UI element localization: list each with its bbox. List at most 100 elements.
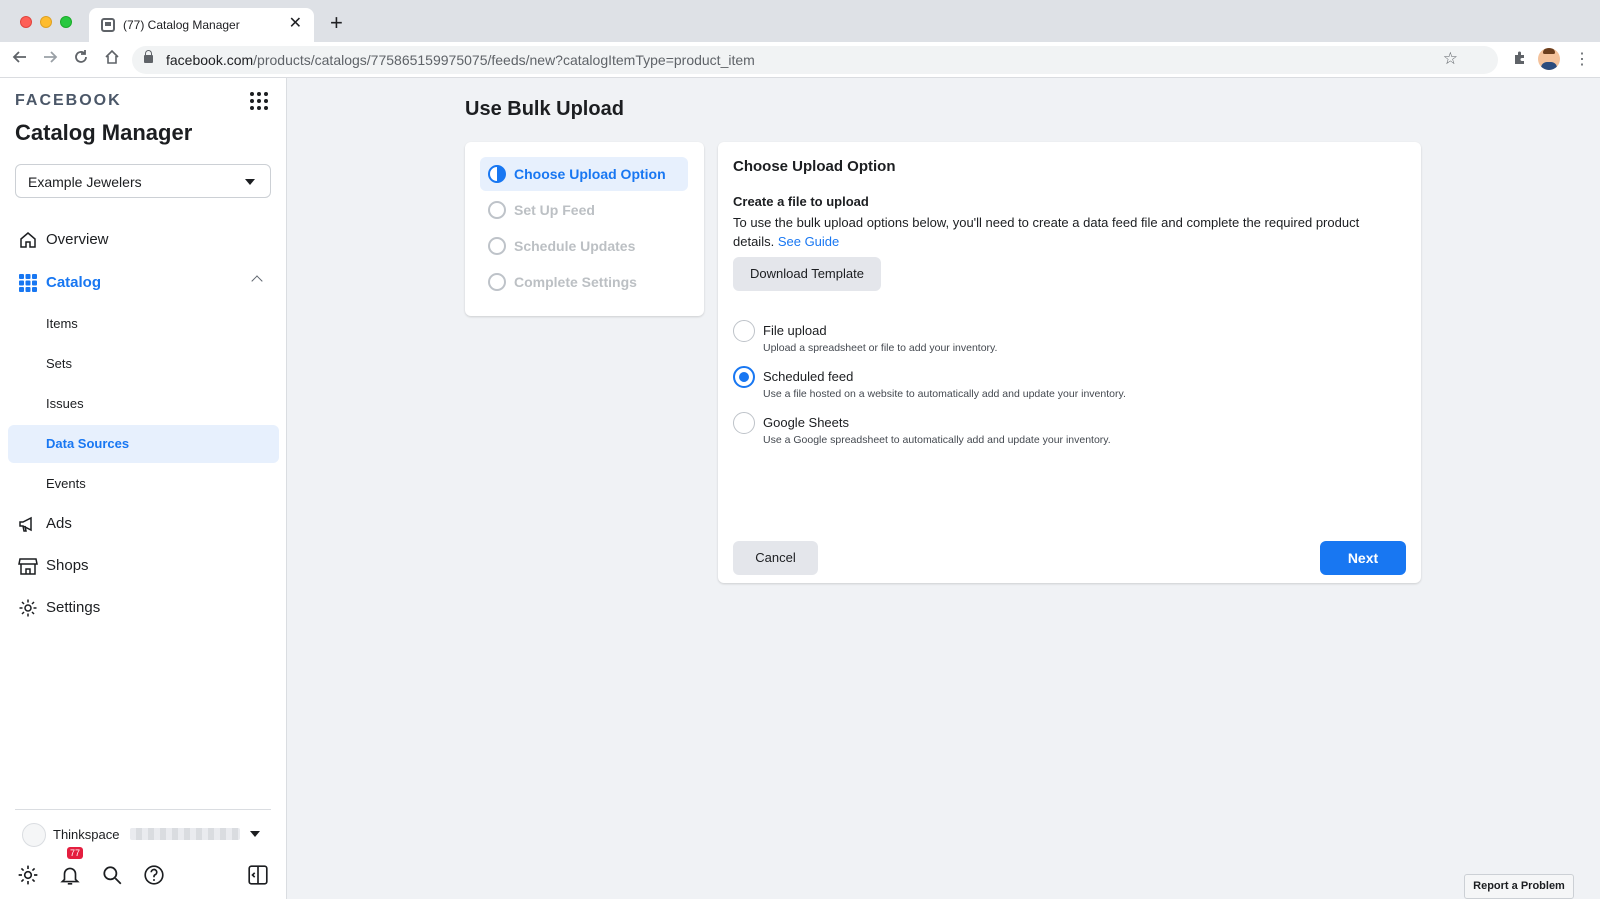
home-icon bbox=[18, 230, 38, 250]
megaphone-icon bbox=[18, 514, 38, 534]
url-text[interactable]: facebook.com/products/catalogs/775865159… bbox=[166, 52, 755, 68]
caret-down-icon bbox=[245, 179, 255, 185]
radio-button-checked[interactable] bbox=[733, 366, 755, 388]
option-description: Upload a spreadsheet or file to add your… bbox=[763, 342, 998, 354]
notification-badge: 77 bbox=[67, 847, 83, 859]
sidebar-item-label: Data Sources bbox=[46, 436, 130, 451]
step-label: Set Up Feed bbox=[514, 202, 595, 218]
apps-grid-icon[interactable] bbox=[250, 92, 268, 110]
avatar bbox=[22, 823, 46, 847]
nav-overview[interactable]: Overview bbox=[8, 221, 279, 259]
option-google-sheets[interactable]: Google Sheets Use a Google spreadsheet t… bbox=[733, 410, 1393, 450]
facebook-wordmark: FACEBOOK bbox=[15, 92, 122, 109]
stepper-card: Choose Upload Option Set Up Feed Schedul… bbox=[465, 142, 704, 316]
close-window-icon[interactable] bbox=[20, 16, 32, 28]
cancel-button[interactable]: Cancel bbox=[733, 541, 818, 575]
minimize-window-icon[interactable] bbox=[40, 16, 52, 28]
report-problem-button[interactable]: Report a Problem bbox=[1464, 874, 1574, 899]
option-scheduled-feed[interactable]: Scheduled feed Use a file hosted on a we… bbox=[733, 364, 1393, 404]
more-vert-icon[interactable]: ⋮ bbox=[1574, 50, 1590, 70]
tab-close-icon[interactable]: ✕ bbox=[289, 15, 302, 33]
nav-ads-label: Ads bbox=[46, 515, 72, 532]
shop-icon bbox=[18, 556, 38, 576]
redacted-account-id bbox=[130, 828, 240, 840]
sidebar-item-items[interactable]: Items bbox=[8, 305, 279, 343]
sidebar-item-label: Sets bbox=[46, 356, 73, 371]
extensions-icon[interactable] bbox=[1512, 50, 1528, 72]
card-description: To use the bulk upload options below, yo… bbox=[733, 215, 1360, 249]
option-description: Use a file hosted on a website to automa… bbox=[763, 388, 1126, 400]
option-label: Scheduled feed bbox=[763, 369, 854, 384]
address-bar[interactable]: facebook.com/products/catalogs/775865159… bbox=[132, 46, 1498, 74]
reload-icon[interactable] bbox=[73, 49, 89, 71]
browser-tab-bar: (77) Catalog Manager ✕ + bbox=[0, 0, 1600, 42]
see-guide-link[interactable]: See Guide bbox=[778, 234, 839, 249]
star-icon[interactable]: ☆ bbox=[1443, 49, 1458, 69]
collapse-sidebar-icon[interactable] bbox=[247, 864, 271, 888]
new-tab-button[interactable]: + bbox=[330, 12, 343, 34]
browser-toolbar: facebook.com/products/catalogs/775865159… bbox=[0, 42, 1600, 78]
search-icon[interactable] bbox=[101, 864, 125, 888]
step-circle-icon bbox=[488, 237, 506, 255]
step-schedule-updates: Schedule Updates bbox=[480, 229, 688, 263]
browser-tab[interactable]: (77) Catalog Manager ✕ bbox=[89, 8, 314, 42]
option-label: Google Sheets bbox=[763, 415, 850, 430]
gear-icon bbox=[18, 598, 38, 618]
nav-settings-label: Settings bbox=[46, 599, 101, 616]
chevron-up-icon[interactable] bbox=[251, 275, 263, 287]
upload-option-card: Choose Upload Option Create a file to up… bbox=[718, 142, 1421, 583]
catalog-selector-value: Example Jewelers bbox=[28, 174, 142, 190]
catalog-selector[interactable]: Example Jewelers bbox=[15, 164, 271, 198]
page-title: Use Bulk Upload bbox=[465, 98, 624, 120]
step-circle-icon bbox=[488, 273, 506, 291]
account-name: Thinkspace bbox=[53, 827, 120, 842]
nav-shops-label: Shops bbox=[46, 557, 89, 574]
step-label: Choose Upload Option bbox=[514, 166, 666, 182]
step-progress-icon bbox=[488, 165, 506, 183]
sidebar-item-data-sources[interactable]: Data Sources bbox=[8, 425, 279, 463]
radio-button[interactable] bbox=[733, 320, 755, 342]
help-icon[interactable] bbox=[143, 864, 167, 888]
sidebar-item-sets[interactable]: Sets bbox=[8, 345, 279, 383]
card-title: Choose Upload Option bbox=[733, 158, 896, 175]
next-button[interactable]: Next bbox=[1320, 541, 1406, 575]
step-circle-icon bbox=[488, 201, 506, 219]
caret-down-icon bbox=[250, 831, 260, 837]
app-title: Catalog Manager bbox=[15, 120, 193, 145]
option-description: Use a Google spreadsheet to automaticall… bbox=[763, 434, 1111, 446]
sidebar-item-issues[interactable]: Issues bbox=[8, 385, 279, 423]
nav-shops[interactable]: Shops bbox=[8, 547, 279, 585]
sidebar-item-label: Events bbox=[46, 476, 86, 491]
sidebar-divider bbox=[15, 809, 271, 810]
home-icon[interactable] bbox=[104, 49, 120, 71]
lock-icon bbox=[144, 50, 153, 63]
back-arrow-icon[interactable] bbox=[12, 49, 28, 71]
forward-arrow-icon[interactable] bbox=[42, 49, 58, 71]
option-file-upload[interactable]: File upload Upload a spreadsheet or file… bbox=[733, 318, 1393, 358]
step-set-up-feed: Set Up Feed bbox=[480, 193, 688, 227]
radio-button[interactable] bbox=[733, 412, 755, 434]
grid-icon bbox=[18, 273, 38, 293]
nav-overview-label: Overview bbox=[46, 231, 109, 248]
card-subtitle: Create a file to upload bbox=[733, 194, 869, 209]
step-complete-settings: Complete Settings bbox=[480, 265, 688, 299]
sidebar-item-events[interactable]: Events bbox=[8, 465, 279, 503]
bell-icon[interactable] bbox=[59, 864, 83, 888]
download-template-button[interactable]: Download Template bbox=[733, 257, 881, 291]
nav-catalog-label: Catalog bbox=[46, 274, 102, 291]
step-label: Schedule Updates bbox=[514, 238, 636, 254]
step-label: Complete Settings bbox=[514, 274, 637, 290]
step-choose-upload-option[interactable]: Choose Upload Option bbox=[480, 157, 688, 191]
nav-catalog[interactable]: Catalog bbox=[8, 264, 279, 302]
profile-avatar-icon[interactable] bbox=[1538, 48, 1560, 70]
nav-settings[interactable]: Settings bbox=[8, 589, 279, 627]
sidebar-item-label: Items bbox=[46, 316, 78, 331]
nav-ads[interactable]: Ads bbox=[8, 505, 279, 543]
gear-icon[interactable] bbox=[17, 864, 41, 888]
maximize-window-icon[interactable] bbox=[60, 16, 72, 28]
favicon-icon bbox=[101, 18, 115, 32]
sidebar: FACEBOOK Catalog Manager Example Jeweler… bbox=[0, 78, 287, 899]
account-switcher[interactable]: Thinkspace bbox=[20, 819, 272, 849]
sidebar-item-label: Issues bbox=[46, 396, 84, 411]
tab-title: (77) Catalog Manager bbox=[123, 18, 240, 32]
